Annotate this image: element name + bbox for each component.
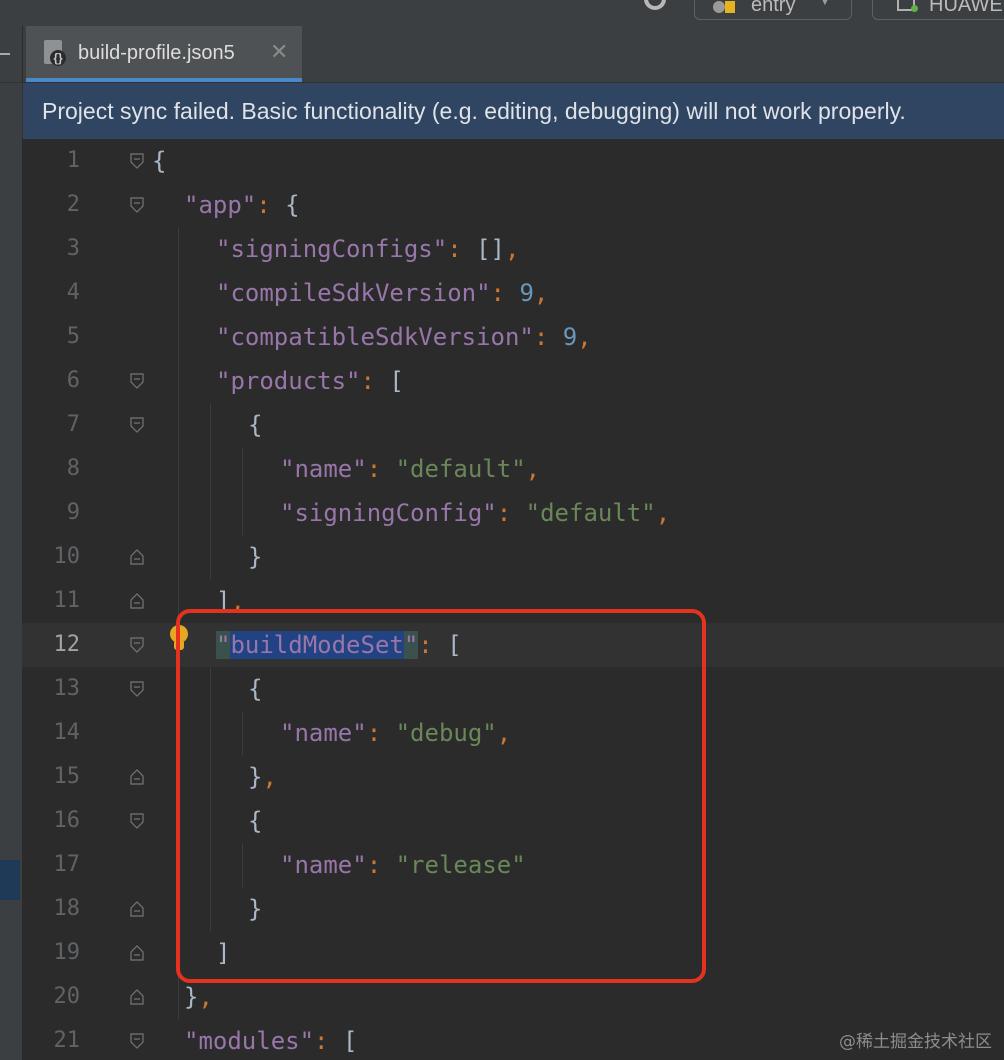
left-tool-strip bbox=[0, 83, 23, 1060]
run-configuration-label: entry bbox=[751, 0, 796, 16]
line-number: 14 bbox=[53, 720, 81, 745]
chevron-down-icon: ▼ bbox=[819, 0, 831, 8]
fold-marker-icon[interactable] bbox=[130, 373, 144, 389]
line-number: 17 bbox=[53, 852, 81, 877]
line-number: 5 bbox=[66, 324, 80, 349]
watermark: @稀土掘金技术社区 bbox=[839, 1032, 992, 1052]
line-number: 6 bbox=[66, 368, 80, 393]
code-line-5: "compatibleSdkVersion": 9, bbox=[216, 323, 592, 351]
code-line-2: "app": { bbox=[184, 191, 300, 219]
run-configuration-selector[interactable]: entry ▼ bbox=[694, 0, 852, 20]
line-number: 20 bbox=[53, 984, 81, 1009]
line-number: 16 bbox=[53, 808, 81, 833]
fold-marker-icon[interactable] bbox=[130, 769, 144, 785]
line-number: 11 bbox=[53, 588, 81, 613]
line-number: 21 bbox=[53, 1028, 81, 1053]
line-number: 15 bbox=[53, 764, 81, 789]
tool-window-strip-top bbox=[0, 26, 23, 82]
module-badge-icon bbox=[725, 1, 735, 13]
fold-marker-icon[interactable] bbox=[130, 197, 144, 213]
device-online-icon bbox=[911, 5, 918, 12]
minimize-icon[interactable] bbox=[0, 53, 10, 55]
editor-tab-bar: {} build-profile.json5 ✕ bbox=[0, 26, 1004, 83]
code-editor[interactable]: 1 2 3 4 5 6 7 8 9 10 11 12 13 14 15 16 17 18 19 20 21 { "app… bbox=[22, 139, 1004, 1060]
code-line-7: { bbox=[248, 411, 263, 439]
fold-marker-icon[interactable] bbox=[130, 989, 144, 1005]
annotation-highlight-box bbox=[176, 609, 706, 983]
indent-guide bbox=[242, 447, 243, 535]
line-number: 13 bbox=[53, 676, 81, 701]
code-line-1: { bbox=[152, 147, 167, 175]
line-number: 8 bbox=[66, 456, 80, 481]
editor-line-row[interactable]: 10 bbox=[22, 535, 1004, 579]
close-icon[interactable]: ✕ bbox=[270, 40, 288, 64]
fold-marker-icon[interactable] bbox=[130, 593, 144, 609]
editor-line-row[interactable]: 1 bbox=[22, 139, 1004, 183]
settings-gear-icon[interactable] bbox=[644, 0, 666, 10]
line-number: 12 bbox=[53, 632, 81, 657]
sync-failed-banner: Project sync failed. Basic functionality… bbox=[22, 83, 1004, 139]
top-toolbar: entry ▼ HUAWEI bbox=[0, 0, 1004, 26]
fold-marker-icon[interactable] bbox=[130, 681, 144, 697]
tab-build-profile[interactable]: {} build-profile.json5 ✕ bbox=[26, 26, 302, 82]
line-number: 10 bbox=[53, 544, 81, 569]
fold-marker-icon[interactable] bbox=[130, 417, 144, 433]
json5-file-icon: {} bbox=[44, 40, 66, 68]
banner-message: Project sync failed. Basic functionality… bbox=[42, 98, 906, 124]
fold-marker-icon[interactable] bbox=[130, 153, 144, 169]
fold-marker-icon[interactable] bbox=[130, 945, 144, 961]
line-number: 4 bbox=[66, 280, 80, 305]
tab-label: build-profile.json5 bbox=[78, 42, 235, 64]
editor-line-row[interactable]: 7 bbox=[22, 403, 1004, 447]
fold-marker-icon[interactable] bbox=[130, 1033, 144, 1049]
code-line-10: } bbox=[248, 543, 263, 571]
editor-line-row[interactable]: 6 bbox=[22, 359, 1004, 403]
line-number: 7 bbox=[66, 412, 80, 437]
line-number: 19 bbox=[53, 940, 81, 965]
device-label: HUAWEI bbox=[929, 0, 1004, 16]
fold-marker-icon[interactable] bbox=[130, 637, 144, 653]
fold-marker-icon[interactable] bbox=[130, 813, 144, 829]
fold-marker-icon[interactable] bbox=[130, 901, 144, 917]
code-line-3: "signingConfigs": [], bbox=[216, 235, 520, 263]
line-number: 1 bbox=[66, 148, 80, 173]
code-line-21: "modules": [ bbox=[184, 1027, 358, 1055]
editor-line-row[interactable]: 2 bbox=[22, 183, 1004, 227]
line-number: 2 bbox=[66, 192, 80, 217]
code-line-8: "name": "default", bbox=[280, 455, 541, 483]
code-line-9: "signingConfig": "default", bbox=[280, 499, 671, 527]
line-number: 9 bbox=[66, 500, 80, 525]
code-line-4: "compileSdkVersion": 9, bbox=[216, 279, 549, 307]
module-icon bbox=[713, 1, 725, 13]
code-line-6: "products": [ bbox=[216, 367, 404, 395]
fold-marker-icon[interactable] bbox=[130, 549, 144, 565]
line-number: 18 bbox=[53, 896, 81, 921]
device-selector[interactable]: HUAWEI bbox=[872, 0, 1004, 20]
indent-guide bbox=[210, 403, 211, 579]
line-number: 3 bbox=[66, 236, 80, 261]
active-tool-marker[interactable] bbox=[0, 860, 20, 900]
